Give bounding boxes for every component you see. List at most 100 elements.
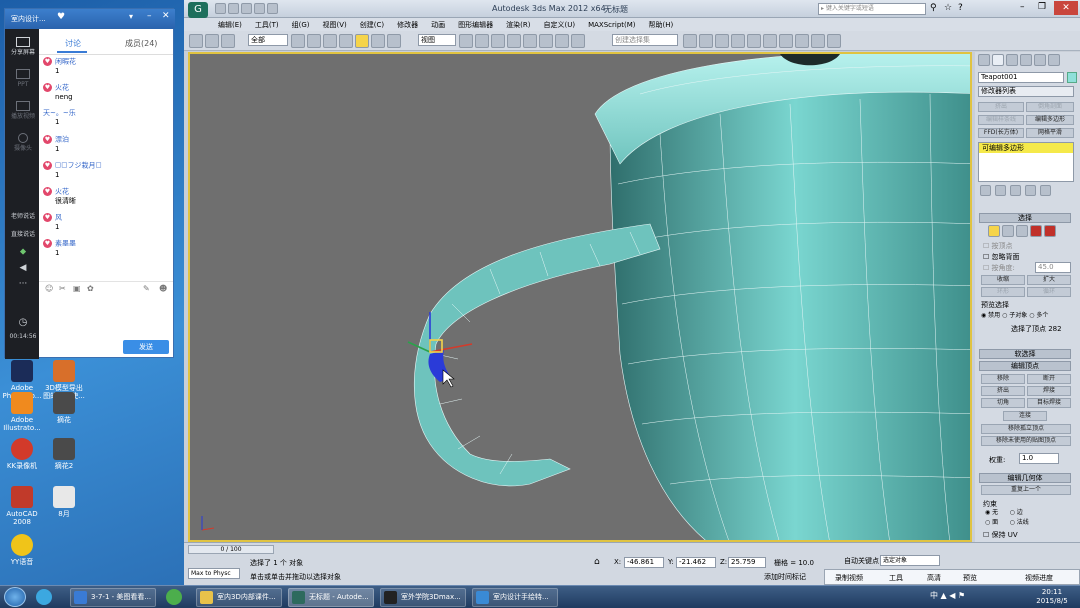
stack-item-editable-poly[interactable]: 可编辑多边形 <box>979 143 1073 153</box>
menu-create[interactable]: 创建(C) <box>360 21 384 29</box>
loop-button[interactable]: 循环 <box>1027 287 1071 297</box>
menu-edit[interactable]: 编辑(E) <box>218 21 242 29</box>
preview-button[interactable]: 预览 <box>963 573 977 583</box>
menu-maxscript[interactable]: MAXScript(M) <box>588 21 635 29</box>
search-input[interactable]: ▸ 键入关键字或短语 <box>818 3 926 15</box>
desktop-icon-yy[interactable]: YY语音 <box>0 534 44 566</box>
render-setup-icon[interactable] <box>795 34 809 48</box>
break-button[interactable]: 断开 <box>1027 374 1071 384</box>
remove-unused-map-button[interactable]: 移除未使用的贴图顶点 <box>981 436 1071 446</box>
undo-icon[interactable] <box>254 3 265 14</box>
polygon-mode-icon[interactable] <box>1030 225 1042 237</box>
tab-discussion[interactable]: 讨论 <box>65 38 81 49</box>
menu-tools[interactable]: 工具(T) <box>255 21 279 29</box>
scale-icon[interactable] <box>387 34 401 48</box>
select-object-icon[interactable] <box>291 34 305 48</box>
ffd-box-button[interactable]: FFD(长方体) <box>978 128 1024 138</box>
object-name-field[interactable]: Teapot001 <box>978 72 1064 83</box>
x-coordinate[interactable]: -46.861 <box>624 557 664 568</box>
binoculars-icon[interactable]: ⚲ <box>930 3 937 13</box>
edit-spline-button[interactable]: 编辑样条线 <box>978 115 1024 125</box>
bind-space-warp-icon[interactable] <box>221 34 235 48</box>
preview-subobject-radio[interactable]: ○ 子对象 <box>1002 312 1027 319</box>
constraint-edge-radio[interactable]: ○ 边 <box>1010 509 1023 516</box>
by-angle-checkbox[interactable]: ☐ 按角度: <box>983 263 1015 273</box>
extrude-mod-button[interactable]: 挤出 <box>978 102 1024 112</box>
unlink-icon[interactable] <box>205 34 219 48</box>
vertex-mode-icon[interactable] <box>988 225 1000 237</box>
selection-rollout-header[interactable]: 选择 <box>979 213 1071 223</box>
create-tab-icon[interactable] <box>978 54 990 66</box>
task-chat[interactable]: 室内设计手绘特... <box>472 588 558 607</box>
selection-filter-dropdown[interactable]: 全部 <box>248 34 288 46</box>
show-end-result-icon[interactable] <box>995 185 1006 196</box>
border-mode-icon[interactable] <box>1016 225 1028 237</box>
named-selection-dropdown[interactable]: 创建选择集 <box>612 34 678 46</box>
preview-multi-radio[interactable]: ○ 多个 <box>1029 312 1048 319</box>
modify-tab-icon[interactable] <box>992 54 1004 66</box>
menu-group[interactable]: 组(G) <box>292 21 310 29</box>
motion-tab-icon[interactable] <box>1020 54 1032 66</box>
angle-spinner[interactable]: 45.0 <box>1035 262 1071 273</box>
rail-camera[interactable]: 摄像头 <box>5 133 41 152</box>
z-coordinate[interactable]: 25.759 <box>728 557 766 568</box>
tab-members[interactable]: 成员(24) <box>125 38 157 49</box>
desktop-icon-zhaihua2[interactable]: 摘花2 <box>42 438 86 470</box>
edit-poly-button[interactable]: 编辑多边形 <box>1026 115 1074 125</box>
percent-snap-icon[interactable] <box>539 34 553 48</box>
repeat-last-button[interactable]: 重复上一个 <box>981 485 1071 495</box>
edge-mode-icon[interactable] <box>1002 225 1014 237</box>
more-icon[interactable]: ··· <box>5 280 41 289</box>
align-icon[interactable] <box>699 34 713 48</box>
quick-launch-icon[interactable] <box>166 589 182 605</box>
send-button[interactable]: 发送 <box>123 340 169 354</box>
configure-sets-icon[interactable] <box>1040 185 1051 196</box>
edit-vertices-rollout[interactable]: 编辑顶点 <box>979 361 1071 371</box>
save-icon[interactable] <box>241 3 252 14</box>
hd-button[interactable]: 高清 <box>927 573 941 583</box>
remove-button[interactable]: 移除 <box>981 374 1025 384</box>
preserve-uv-checkbox[interactable]: ☐ 保持 UV <box>983 530 1018 540</box>
help-icon[interactable]: ? <box>958 3 963 13</box>
emoji-icon[interactable]: ☺ <box>45 284 53 293</box>
perspective-viewport[interactable] <box>188 52 972 542</box>
menu-rendering[interactable]: 渲染(R) <box>506 21 530 29</box>
by-vertex-checkbox[interactable]: ☐ 按顶点 <box>983 241 1013 251</box>
ribbon-icon[interactable] <box>731 34 745 48</box>
flower-icon[interactable]: ✿ <box>87 284 94 293</box>
speaker-icon[interactable]: ◀ <box>5 264 41 273</box>
menu-animation[interactable]: 动画 <box>431 21 445 29</box>
max-app-icon[interactable]: G <box>188 2 208 18</box>
maxscript-listener[interactable]: Max to Physc <box>188 568 240 579</box>
ime-indicator[interactable]: 中 <box>930 591 938 600</box>
chevron-down-icon[interactable]: ▾ <box>129 12 133 21</box>
network-icon[interactable]: ▲ <box>941 591 947 600</box>
flag-icon[interactable]: ⚑ <box>958 591 965 600</box>
select-manipulate-icon[interactable] <box>475 34 489 48</box>
make-unique-icon[interactable] <box>1010 185 1021 196</box>
ring-button[interactable]: 环形 <box>981 287 1025 297</box>
star-icon[interactable]: ☆ <box>944 3 952 13</box>
rendered-frame-icon[interactable] <box>811 34 825 48</box>
rail-ppt[interactable]: PPT <box>5 69 41 88</box>
user-icon[interactable]: ☻ <box>159 284 167 293</box>
pivot-icon[interactable] <box>459 34 473 48</box>
rail-play-video[interactable]: 播放视频 <box>5 101 41 120</box>
window-crossing-icon[interactable] <box>339 34 353 48</box>
menu-graph-editors[interactable]: 图形编辑器 <box>458 21 493 29</box>
chamfer-button[interactable]: 切角 <box>981 398 1025 408</box>
time-slider[interactable]: 0 / 100 <box>188 545 274 554</box>
soft-selection-rollout[interactable]: 软选择 <box>979 349 1071 359</box>
volume-icon[interactable]: ◀ <box>949 591 955 600</box>
quick-launch-icon[interactable] <box>36 589 52 605</box>
element-mode-icon[interactable] <box>1044 225 1056 237</box>
shrink-button[interactable]: 收缩 <box>981 275 1025 285</box>
menu-customize[interactable]: 自定义(U) <box>543 21 575 29</box>
y-coordinate[interactable]: -21.462 <box>676 557 716 568</box>
connect-button[interactable]: 连接 <box>1003 411 1047 421</box>
chat-input[interactable] <box>41 297 171 337</box>
region-select-icon[interactable] <box>323 34 337 48</box>
mic-icon[interactable]: ⬥ <box>5 248 41 257</box>
display-tab-icon[interactable] <box>1034 54 1046 66</box>
rail-teacher-speak[interactable]: 老师说话 <box>5 213 41 220</box>
